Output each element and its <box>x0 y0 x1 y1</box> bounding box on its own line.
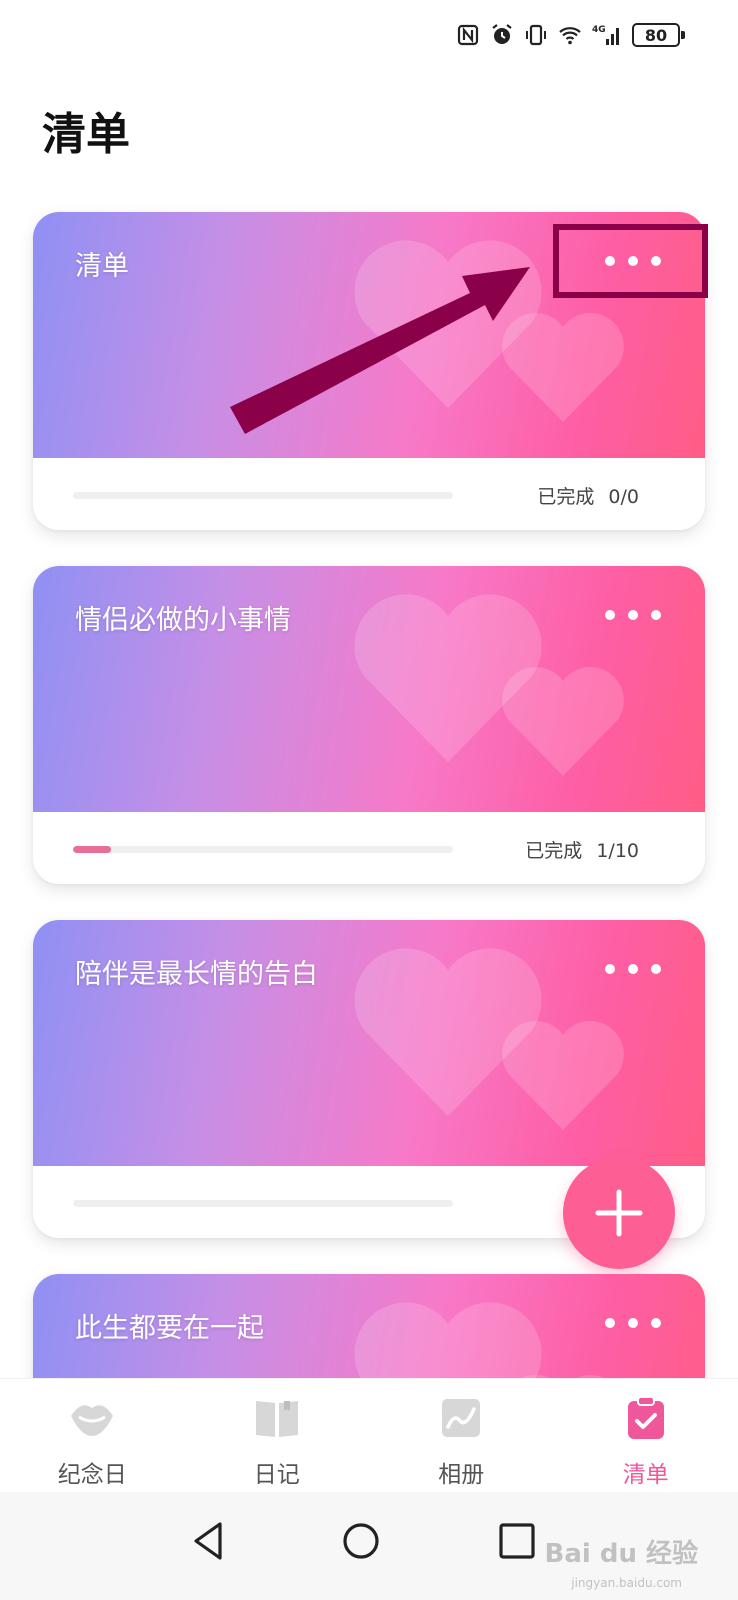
dot-icon <box>605 610 615 620</box>
photo-icon <box>438 1395 484 1441</box>
dot-icon <box>651 1318 661 1328</box>
progress-fill <box>73 846 111 853</box>
plus-icon <box>595 1189 643 1237</box>
nav-item-album[interactable]: 相册 <box>369 1379 554 1492</box>
progress-label: 已完成 <box>525 840 583 862</box>
dot-icon <box>628 610 638 620</box>
annotation-arrow-icon <box>230 267 530 434</box>
nav-item-diary[interactable]: 日记 <box>185 1379 370 1492</box>
more-options-button[interactable] <box>601 1306 665 1340</box>
recent-apps-icon[interactable] <box>494 1518 540 1564</box>
nav-label: 清单 <box>622 1462 669 1488</box>
lips-icon <box>69 1395 115 1441</box>
more-options-button[interactable] <box>601 598 665 632</box>
nav-label: 纪念日 <box>57 1462 127 1488</box>
list-card[interactable]: 情侣必做的小事情 已完成 1/10 <box>33 566 705 884</box>
annotation-highlight-box <box>553 224 708 298</box>
dot-icon <box>651 964 661 974</box>
nav-label: 日记 <box>253 1462 300 1488</box>
dot-icon <box>628 1318 638 1328</box>
add-list-button[interactable] <box>563 1157 675 1269</box>
nav-item-anniversary[interactable]: 纪念日 <box>0 1379 185 1492</box>
more-options-button[interactable] <box>601 952 665 986</box>
card-footer: 已完成 1/10 <box>33 812 705 884</box>
watermark-sub: jingyan.baidu.com <box>571 1576 682 1590</box>
dot-icon <box>605 1318 615 1328</box>
card-header: 陪伴是最长情的告白 <box>33 920 705 1166</box>
heart-decoration-icon <box>502 1020 624 1130</box>
dot-icon <box>651 610 661 620</box>
card-title: 情侣必做的小事情 <box>75 605 291 636</box>
progress-count: 1/10 <box>596 840 639 862</box>
home-icon[interactable] <box>338 1518 384 1564</box>
nav-item-checklist[interactable]: 清单 <box>554 1379 738 1492</box>
card-header: 情侣必做的小事情 <box>33 566 705 812</box>
dot-icon <box>628 964 638 974</box>
nav-label: 相册 <box>438 1462 485 1488</box>
card-title: 此生都要在一起 <box>75 1313 264 1344</box>
progress-text: 已完成 1/10 <box>525 836 639 863</box>
back-icon[interactable] <box>186 1518 232 1564</box>
clipboard-check-icon <box>623 1395 669 1441</box>
progress-bar <box>73 846 453 853</box>
watermark: Bai du 经验 <box>544 1539 699 1569</box>
book-icon <box>254 1395 300 1441</box>
progress-bar <box>73 1200 453 1207</box>
bottom-navigation: 纪念日 日记 相册 清单 <box>0 1378 738 1492</box>
heart-decoration-icon <box>502 666 624 776</box>
dot-icon <box>605 964 615 974</box>
system-navigation-bar: Bai du 经验 jingyan.baidu.com <box>0 1492 738 1600</box>
card-title: 陪伴是最长情的告白 <box>75 959 318 990</box>
